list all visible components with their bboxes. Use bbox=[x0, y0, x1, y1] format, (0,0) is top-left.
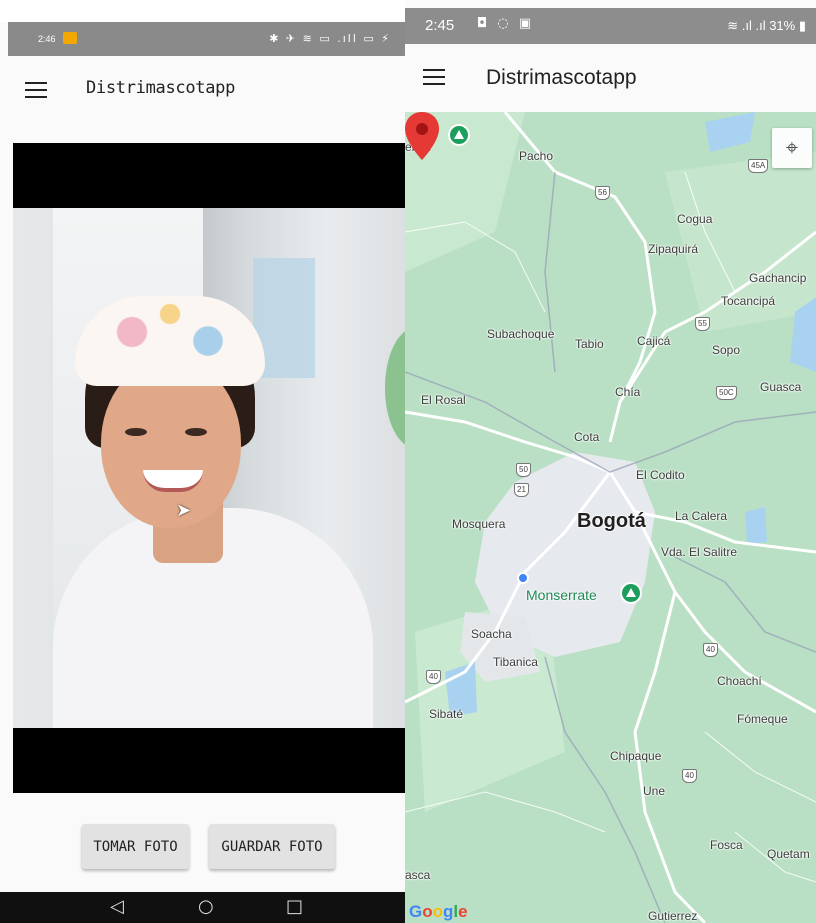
map-label: Pacho bbox=[519, 149, 554, 163]
pointer-cursor-icon: ➤ bbox=[176, 500, 192, 521]
map-label: Cajicá bbox=[637, 334, 671, 348]
highway-shield: 50C bbox=[716, 386, 737, 400]
map-label: El Rosal bbox=[421, 393, 466, 407]
recent-apps-icon[interactable]: □ bbox=[286, 896, 303, 917]
highway-shield: 40 bbox=[426, 670, 441, 684]
menu-icon[interactable] bbox=[25, 82, 47, 98]
google-map[interactable]: illera ental Pacho Cogua Zipaquirá Gacha… bbox=[405, 112, 816, 923]
camera-preview: ➤ bbox=[13, 143, 405, 793]
left-phone-screen: 2:46 ✱ ✈ ≋ ▭ .ıll ▭ ⚡ Distrimascotapp ➤ … bbox=[0, 0, 405, 923]
back-icon[interactable]: ◁ bbox=[110, 896, 124, 917]
top-margin bbox=[0, 0, 405, 22]
map-label: Fómeque bbox=[737, 712, 788, 726]
map-label: Choachí bbox=[717, 674, 762, 688]
map-label: Gutierrez bbox=[648, 909, 698, 923]
captured-photo: ➤ bbox=[13, 208, 405, 728]
highway-shield: 40 bbox=[703, 643, 718, 657]
map-label: Sopo bbox=[712, 343, 741, 357]
map-label: Tabio bbox=[575, 337, 604, 351]
map-label-poi: Monserrate bbox=[526, 587, 597, 603]
status-icons: ✱ ✈ ≋ ▭ .ıll ▭ ⚡ bbox=[269, 32, 391, 45]
status-time: 2:46 bbox=[38, 34, 56, 44]
park-poi-icon[interactable] bbox=[620, 582, 642, 604]
signal-battery-status: ≋ .ıl .ıl 31% ▮ bbox=[727, 18, 806, 33]
status-time: 2:45 bbox=[425, 17, 455, 34]
menu-icon[interactable] bbox=[423, 69, 445, 85]
map-label: asca bbox=[405, 868, 431, 882]
map-label: Subachoque bbox=[487, 327, 555, 341]
map-label: Vda. El Salitre bbox=[661, 545, 738, 559]
highway-shield: 21 bbox=[514, 483, 529, 497]
home-icon[interactable]: ○ bbox=[198, 896, 214, 917]
app-title: Distrimascotapp bbox=[86, 78, 236, 98]
status-bar: 2:45 ◘ ◌ ▣ ≋ .ıl .ıl 31% ▮ bbox=[405, 8, 816, 44]
map-label: El Codito bbox=[636, 468, 685, 482]
navigation-bar: ◁ ○ □ bbox=[0, 892, 405, 923]
map-label: Zipaquirá bbox=[648, 242, 699, 256]
map-label: Cogua bbox=[677, 212, 713, 226]
highway-shield: 55 bbox=[695, 317, 710, 331]
app-bar: Distrimascotapp bbox=[8, 56, 405, 128]
map-label: Sibaté bbox=[429, 707, 464, 721]
map-label: Tibanica bbox=[493, 655, 538, 669]
notification-icons: ◘ ◌ ▣ bbox=[477, 16, 535, 31]
status-bar: 2:46 ✱ ✈ ≋ ▭ .ıll ▭ ⚡ bbox=[8, 22, 405, 56]
map-label: Chía bbox=[615, 385, 641, 399]
highway-shield: 50 bbox=[516, 463, 531, 477]
app-bar: Distrimascotapp bbox=[405, 44, 816, 112]
notification-icon bbox=[63, 32, 77, 44]
map-label: Mosquera bbox=[452, 517, 506, 531]
right-phone-screen: 2:45 ◘ ◌ ▣ ≋ .ıl .ıl 31% ▮ Distrimascota… bbox=[405, 0, 816, 923]
highway-shield: 45A bbox=[748, 159, 769, 173]
map-label-city: Bogotá bbox=[577, 510, 646, 532]
map-label: Guasca bbox=[760, 380, 802, 394]
highway-shield: 56 bbox=[595, 186, 610, 200]
map-label: Soacha bbox=[471, 627, 512, 641]
google-logo: Google bbox=[409, 902, 468, 921]
location-pin-icon[interactable] bbox=[405, 112, 439, 160]
button-row: TOMAR FOTO GUARDAR FOTO bbox=[0, 800, 405, 892]
map-label: Chipaque bbox=[610, 749, 662, 763]
map-label: Une bbox=[643, 784, 666, 798]
map-label: La Calera bbox=[675, 509, 728, 523]
map-label: Tocancipá bbox=[721, 294, 776, 308]
map-label: Gachancip bbox=[749, 271, 807, 285]
map-label: Quetam bbox=[767, 847, 810, 861]
current-location-dot bbox=[517, 572, 529, 584]
surgical-cap bbox=[75, 296, 265, 386]
map-label: Fosca bbox=[710, 838, 743, 852]
map-label: Cota bbox=[574, 430, 600, 444]
take-photo-button[interactable]: TOMAR FOTO bbox=[82, 824, 189, 869]
park-poi-icon[interactable] bbox=[448, 124, 470, 146]
app-title: Distrimascotapp bbox=[486, 66, 637, 89]
highway-shield: 40 bbox=[682, 769, 697, 783]
save-photo-button[interactable]: GUARDAR FOTO bbox=[209, 824, 335, 869]
my-location-button[interactable]: ⌖ bbox=[772, 128, 812, 168]
